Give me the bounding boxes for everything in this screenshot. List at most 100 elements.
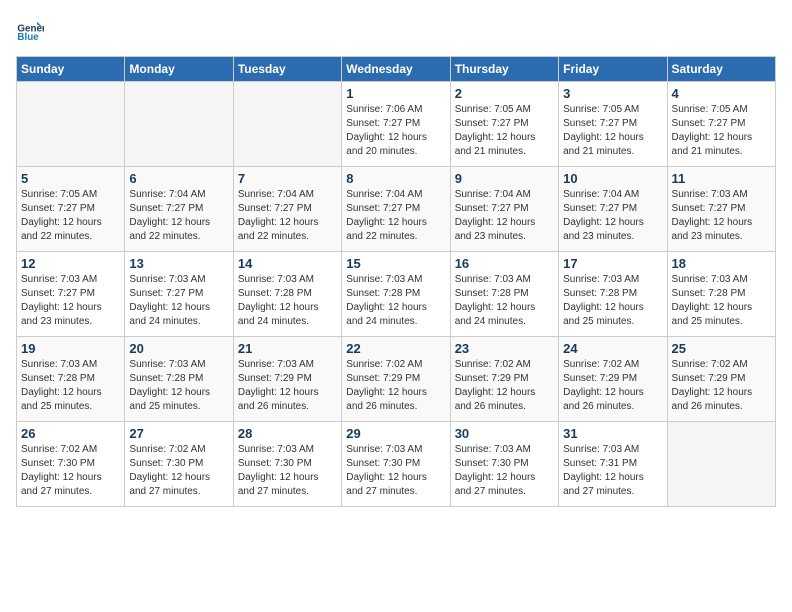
calendar-cell: 10 Sunrise: 7:04 AM Sunset: 7:27 PM Dayli… [559,167,667,252]
header-thursday: Thursday [450,57,558,82]
calendar-cell: 16 Sunrise: 7:03 AM Sunset: 7:28 PM Dayli… [450,252,558,337]
calendar-cell: 11 Sunrise: 7:03 AM Sunset: 7:27 PM Dayli… [667,167,775,252]
day-number: 11 [672,171,771,186]
day-number: 1 [346,86,445,101]
calendar-cell: 20 Sunrise: 7:03 AM Sunset: 7:28 PM Dayli… [125,337,233,422]
cell-info: Sunrise: 7:02 AM Sunset: 7:30 PM Dayligh… [129,443,228,499]
calendar-cell: 13 Sunrise: 7:03 AM Sunset: 7:27 PM Dayli… [125,252,233,337]
header-saturday: Saturday [667,57,775,82]
cell-info: Sunrise: 7:05 AM Sunset: 7:27 PM Dayligh… [455,103,554,159]
day-number: 23 [455,341,554,356]
calendar-cell: 24Sunrise: 7:02 AM Sunset: 7:29 PM Dayli… [559,337,667,422]
cell-info: Sunrise: 7:03 AM Sunset: 7:28 PM Dayligh… [672,273,771,329]
cell-info: Sunrise: 7:03 AM Sunset: 7:28 PM Dayligh… [455,273,554,329]
cell-info: Sunrise: 7:03 AM Sunset: 7:30 PM Dayligh… [238,443,337,499]
calendar-week-2: 5Sunrise: 7:05 AM Sunset: 7:27 PM Daylig… [17,167,776,252]
cell-info: Sunrise: 7:04 AM Sunset: 7:27 PM Dayligh… [238,188,337,244]
calendar-cell: 4Sunrise: 7:05 AM Sunset: 7:27 PM Daylig… [667,82,775,167]
calendar-cell: 17 Sunrise: 7:03 AM Sunset: 7:28 PM Dayli… [559,252,667,337]
calendar-cell: 22 Sunrise: 7:02 AM Sunset: 7:29 PM Dayli… [342,337,450,422]
header-wednesday: Wednesday [342,57,450,82]
day-number: 2 [455,86,554,101]
day-number: 9 [455,171,554,186]
calendar-cell [667,422,775,507]
day-number: 14 [238,256,337,271]
day-number: 25 [672,341,771,356]
cell-info: Sunrise: 7:03 AM Sunset: 7:28 PM Dayligh… [346,273,445,329]
cell-info: Sunrise: 7:04 AM Sunset: 7:27 PM Dayligh… [129,188,228,244]
calendar-cell: 9Sunrise: 7:04 AM Sunset: 7:27 PM Daylig… [450,167,558,252]
day-number: 16 [455,256,554,271]
calendar-cell: 14 Sunrise: 7:03 AM Sunset: 7:28 PM Dayli… [233,252,341,337]
calendar-week-4: 19 Sunrise: 7:03 AM Sunset: 7:28 PM Dayli… [17,337,776,422]
calendar-cell: 6 Sunrise: 7:04 AM Sunset: 7:27 PM Daylig… [125,167,233,252]
day-number: 31 [563,426,662,441]
cell-info: Sunrise: 7:03 AM Sunset: 7:28 PM Dayligh… [563,273,662,329]
cell-info: Sunrise: 7:05 AM Sunset: 7:27 PM Dayligh… [672,103,771,159]
calendar-week-3: 12 Sunrise: 7:03 AM Sunset: 7:27 PM Dayli… [17,252,776,337]
day-number: 28 [238,426,337,441]
calendar-cell: 7 Sunrise: 7:04 AM Sunset: 7:27 PM Daylig… [233,167,341,252]
cell-info: Sunrise: 7:06 AM Sunset: 7:27 PM Dayligh… [346,103,445,159]
day-number: 6 [129,171,228,186]
calendar-cell: 19 Sunrise: 7:03 AM Sunset: 7:28 PM Dayli… [17,337,125,422]
day-number: 22 [346,341,445,356]
logo-icon: General Blue [16,16,44,44]
day-number: 12 [21,256,120,271]
cell-info: Sunrise: 7:03 AM Sunset: 7:30 PM Dayligh… [455,443,554,499]
day-number: 10 [563,171,662,186]
cell-info: Sunrise: 7:04 AM Sunset: 7:27 PM Dayligh… [563,188,662,244]
cell-info: Sunrise: 7:03 AM Sunset: 7:27 PM Dayligh… [672,188,771,244]
day-number: 3 [563,86,662,101]
calendar-cell: 28 Sunrise: 7:03 AM Sunset: 7:30 PM Dayli… [233,422,341,507]
cell-info: Sunrise: 7:03 AM Sunset: 7:30 PM Dayligh… [346,443,445,499]
days-header-row: SundayMondayTuesdayWednesdayThursdayFrid… [17,57,776,82]
calendar-cell [125,82,233,167]
calendar-cell: 12 Sunrise: 7:03 AM Sunset: 7:27 PM Dayli… [17,252,125,337]
cell-info: Sunrise: 7:03 AM Sunset: 7:27 PM Dayligh… [21,273,120,329]
cell-info: Sunrise: 7:03 AM Sunset: 7:28 PM Dayligh… [21,358,120,414]
calendar-cell: 8 Sunrise: 7:04 AM Sunset: 7:27 PM Daylig… [342,167,450,252]
calendar-cell: 26Sunrise: 7:02 AM Sunset: 7:30 PM Dayli… [17,422,125,507]
calendar-week-5: 26Sunrise: 7:02 AM Sunset: 7:30 PM Dayli… [17,422,776,507]
calendar-cell: 3 Sunrise: 7:05 AM Sunset: 7:27 PM Daylig… [559,82,667,167]
cell-info: Sunrise: 7:03 AM Sunset: 7:27 PM Dayligh… [129,273,228,329]
page-header: General Blue [16,16,776,44]
calendar-cell: 30Sunrise: 7:03 AM Sunset: 7:30 PM Dayli… [450,422,558,507]
day-number: 8 [346,171,445,186]
calendar-cell: 31 Sunrise: 7:03 AM Sunset: 7:31 PM Dayli… [559,422,667,507]
logo: General Blue [16,16,48,44]
cell-info: Sunrise: 7:02 AM Sunset: 7:29 PM Dayligh… [346,358,445,414]
calendar-cell: 27 Sunrise: 7:02 AM Sunset: 7:30 PM Dayli… [125,422,233,507]
calendar-cell: 21Sunrise: 7:03 AM Sunset: 7:29 PM Dayli… [233,337,341,422]
cell-info: Sunrise: 7:05 AM Sunset: 7:27 PM Dayligh… [563,103,662,159]
cell-info: Sunrise: 7:04 AM Sunset: 7:27 PM Dayligh… [346,188,445,244]
calendar-cell: 5Sunrise: 7:05 AM Sunset: 7:27 PM Daylig… [17,167,125,252]
day-number: 21 [238,341,337,356]
header-sunday: Sunday [17,57,125,82]
day-number: 19 [21,341,120,356]
calendar-cell [17,82,125,167]
calendar-cell [233,82,341,167]
cell-info: Sunrise: 7:02 AM Sunset: 7:29 PM Dayligh… [455,358,554,414]
cell-info: Sunrise: 7:03 AM Sunset: 7:28 PM Dayligh… [129,358,228,414]
day-number: 18 [672,256,771,271]
day-number: 20 [129,341,228,356]
calendar-week-1: 1 Sunrise: 7:06 AM Sunset: 7:27 PM Daylig… [17,82,776,167]
day-number: 24 [563,341,662,356]
cell-info: Sunrise: 7:03 AM Sunset: 7:31 PM Dayligh… [563,443,662,499]
day-number: 17 [563,256,662,271]
day-number: 13 [129,256,228,271]
cell-info: Sunrise: 7:02 AM Sunset: 7:29 PM Dayligh… [672,358,771,414]
calendar-cell: 18 Sunrise: 7:03 AM Sunset: 7:28 PM Dayli… [667,252,775,337]
calendar-cell: 23 Sunrise: 7:02 AM Sunset: 7:29 PM Dayli… [450,337,558,422]
calendar-cell: 2 Sunrise: 7:05 AM Sunset: 7:27 PM Daylig… [450,82,558,167]
day-number: 27 [129,426,228,441]
cell-info: Sunrise: 7:03 AM Sunset: 7:28 PM Dayligh… [238,273,337,329]
cell-info: Sunrise: 7:02 AM Sunset: 7:30 PM Dayligh… [21,443,120,499]
svg-text:Blue: Blue [17,32,39,43]
day-number: 7 [238,171,337,186]
day-number: 29 [346,426,445,441]
header-tuesday: Tuesday [233,57,341,82]
calendar-cell: 15Sunrise: 7:03 AM Sunset: 7:28 PM Dayli… [342,252,450,337]
